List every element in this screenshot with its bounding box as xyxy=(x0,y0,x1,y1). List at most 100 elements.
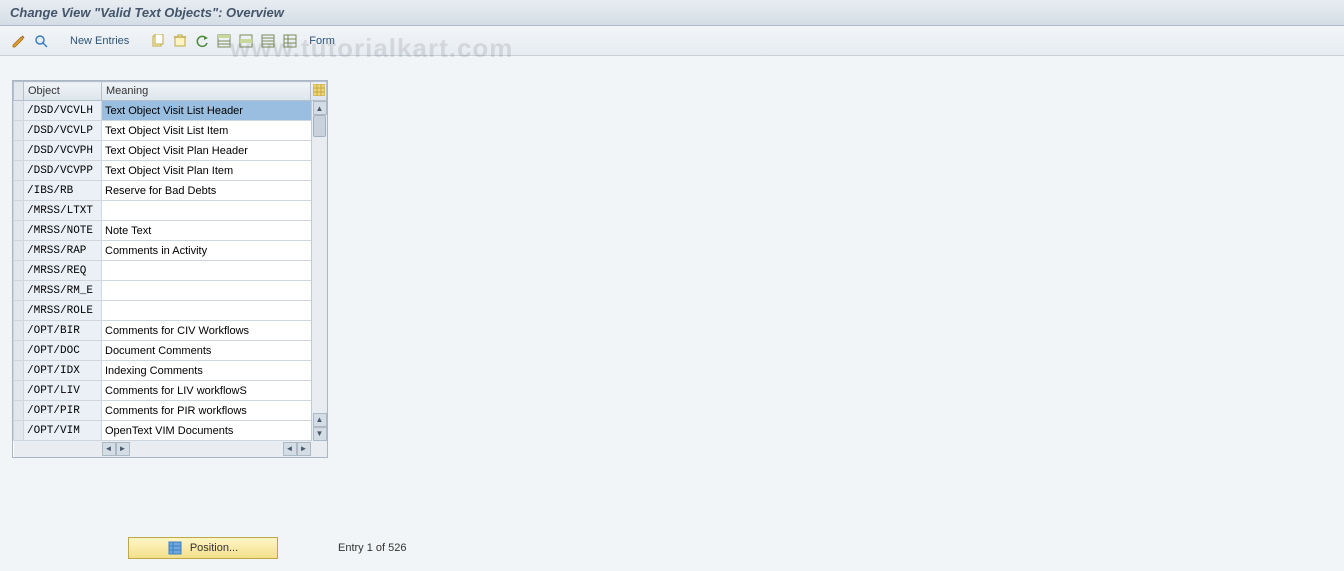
page-title: Change View "Valid Text Objects": Overvi… xyxy=(10,5,284,20)
undo-change-icon[interactable] xyxy=(193,32,211,50)
other-view-icon[interactable] xyxy=(32,32,50,50)
row-selector[interactable] xyxy=(14,101,24,121)
vertical-scrollbar[interactable]: ▲ ▲ ▼ xyxy=(311,101,327,441)
table-row[interactable]: /DSD/VCVLPText Object Visit List Item xyxy=(14,121,327,141)
table-row[interactable]: /MRSS/RM_E xyxy=(14,281,327,301)
meaning-cell[interactable]: Reserve for Bad Debts xyxy=(102,181,327,201)
table-row[interactable]: /OPT/VIMOpenText VIM Documents xyxy=(14,421,327,441)
row-selector[interactable] xyxy=(14,261,24,281)
object-cell[interactable]: /IBS/RB xyxy=(24,181,102,201)
meaning-cell[interactable]: Comments in Activity xyxy=(102,241,327,261)
table-row[interactable]: /IBS/RBReserve for Bad Debts xyxy=(14,181,327,201)
toolbar: New Entries Form xyxy=(0,26,1344,56)
table-row[interactable]: /DSD/VCVPPText Object Visit Plan Item xyxy=(14,161,327,181)
table-row[interactable]: /MRSS/NOTENote Text xyxy=(14,221,327,241)
table-row[interactable]: /DSD/VCVPHText Object Visit Plan Header xyxy=(14,141,327,161)
entry-status: Entry 1 of 526 xyxy=(338,542,407,554)
meaning-cell[interactable]: OpenText VIM Documents xyxy=(102,421,327,441)
scroll-right-icon[interactable]: ► xyxy=(297,442,311,456)
table-row[interactable]: /MRSS/LTXT xyxy=(14,201,327,221)
row-selector[interactable] xyxy=(14,141,24,161)
scroll-up-step-icon[interactable]: ▲ xyxy=(313,413,327,427)
row-selector[interactable] xyxy=(14,181,24,201)
position-button[interactable]: Position... xyxy=(128,537,278,559)
meaning-cell[interactable]: Document Comments xyxy=(102,341,327,361)
table-row[interactable]: /MRSS/REQ xyxy=(14,261,327,281)
meaning-cell[interactable]: Comments for CIV Workflows xyxy=(102,321,327,341)
scroll-left-icon[interactable]: ◄ xyxy=(102,442,116,456)
row-selector[interactable] xyxy=(14,421,24,441)
print-icon[interactable] xyxy=(281,32,299,50)
object-cell[interactable]: /OPT/PIR xyxy=(24,401,102,421)
meaning-cell[interactable] xyxy=(102,201,327,221)
scroll-left-step-icon[interactable]: ◄ xyxy=(283,442,297,456)
row-selector[interactable] xyxy=(14,121,24,141)
object-cell[interactable]: /DSD/VCVLP xyxy=(24,121,102,141)
select-block-icon[interactable] xyxy=(237,32,255,50)
object-cell[interactable]: /MRSS/LTXT xyxy=(24,201,102,221)
meaning-cell[interactable]: Text Object Visit Plan Header xyxy=(102,141,327,161)
meaning-cell[interactable]: Comments for LIV workflowS xyxy=(102,381,327,401)
meaning-cell[interactable]: Comments for PIR workflows xyxy=(102,401,327,421)
row-selector[interactable] xyxy=(14,281,24,301)
table-row[interactable]: /OPT/BIRComments for CIV Workflows xyxy=(14,321,327,341)
table-row[interactable]: /OPT/IDXIndexing Comments xyxy=(14,361,327,381)
meaning-cell[interactable] xyxy=(102,301,327,321)
deselect-all-icon[interactable] xyxy=(259,32,277,50)
object-cell[interactable]: /OPT/BIR xyxy=(24,321,102,341)
table-container: Object Meaning /DSD/VCVLHText Object Vis… xyxy=(12,80,328,458)
meaning-cell[interactable]: Note Text xyxy=(102,221,327,241)
row-selector[interactable] xyxy=(14,301,24,321)
title-bar: Change View "Valid Text Objects": Overvi… xyxy=(0,0,1344,26)
meaning-cell[interactable] xyxy=(102,281,327,301)
row-selector[interactable] xyxy=(14,321,24,341)
object-cell[interactable]: /MRSS/RM_E xyxy=(24,281,102,301)
configure-columns-icon[interactable] xyxy=(311,82,327,101)
object-cell[interactable]: /OPT/DOC xyxy=(24,341,102,361)
scroll-down-icon[interactable]: ▼ xyxy=(313,427,327,441)
meaning-cell[interactable]: Text Object Visit List Header xyxy=(102,101,327,121)
row-selector[interactable] xyxy=(14,241,24,261)
select-all-corner[interactable] xyxy=(14,82,24,101)
toggle-display-change-icon[interactable] xyxy=(10,32,28,50)
form-button[interactable]: Form xyxy=(303,35,341,47)
scroll-right-step-icon[interactable]: ► xyxy=(116,442,130,456)
row-selector[interactable] xyxy=(14,221,24,241)
copy-as-icon[interactable] xyxy=(149,32,167,50)
object-cell[interactable]: /OPT/LIV xyxy=(24,381,102,401)
table-row[interactable]: /MRSS/ROLE xyxy=(14,301,327,321)
delete-icon[interactable] xyxy=(171,32,189,50)
meaning-cell[interactable]: Text Object Visit Plan Item xyxy=(102,161,327,181)
object-cell[interactable]: /DSD/VCVLH xyxy=(24,101,102,121)
object-cell[interactable]: /MRSS/RAP xyxy=(24,241,102,261)
table-row[interactable]: /DSD/VCVLHText Object Visit List Header xyxy=(14,101,327,121)
table-row[interactable]: /OPT/DOCDocument Comments xyxy=(14,341,327,361)
table-row[interactable]: /OPT/LIVComments for LIV workflowS xyxy=(14,381,327,401)
meaning-cell[interactable] xyxy=(102,261,327,281)
scroll-up-icon[interactable]: ▲ xyxy=(313,101,327,115)
table-row[interactable]: /OPT/PIRComments for PIR workflows xyxy=(14,401,327,421)
scrollbar-thumb[interactable] xyxy=(313,115,326,137)
column-header-object[interactable]: Object xyxy=(24,82,102,101)
row-selector[interactable] xyxy=(14,341,24,361)
object-cell[interactable]: /DSD/VCVPH xyxy=(24,141,102,161)
row-selector[interactable] xyxy=(14,381,24,401)
select-all-icon[interactable] xyxy=(215,32,233,50)
meaning-cell[interactable]: Indexing Comments xyxy=(102,361,327,381)
row-selector[interactable] xyxy=(14,161,24,181)
new-entries-button[interactable]: New Entries xyxy=(64,35,135,47)
column-header-meaning[interactable]: Meaning xyxy=(102,82,311,101)
object-cell[interactable]: /DSD/VCVPP xyxy=(24,161,102,181)
object-cell[interactable]: /MRSS/NOTE xyxy=(24,221,102,241)
text-objects-table: Object Meaning /DSD/VCVLHText Object Vis… xyxy=(13,81,327,457)
row-selector[interactable] xyxy=(14,201,24,221)
meaning-cell[interactable]: Text Object Visit List Item xyxy=(102,121,327,141)
object-cell[interactable]: /OPT/VIM xyxy=(24,421,102,441)
table-row[interactable]: /MRSS/RAPComments in Activity xyxy=(14,241,327,261)
object-cell[interactable]: /MRSS/ROLE xyxy=(24,301,102,321)
object-cell[interactable]: /OPT/IDX xyxy=(24,361,102,381)
row-selector[interactable] xyxy=(14,401,24,421)
horizontal-scrollbar[interactable]: ◄ ► ◄ ► xyxy=(14,441,327,456)
object-cell[interactable]: /MRSS/REQ xyxy=(24,261,102,281)
row-selector[interactable] xyxy=(14,361,24,381)
